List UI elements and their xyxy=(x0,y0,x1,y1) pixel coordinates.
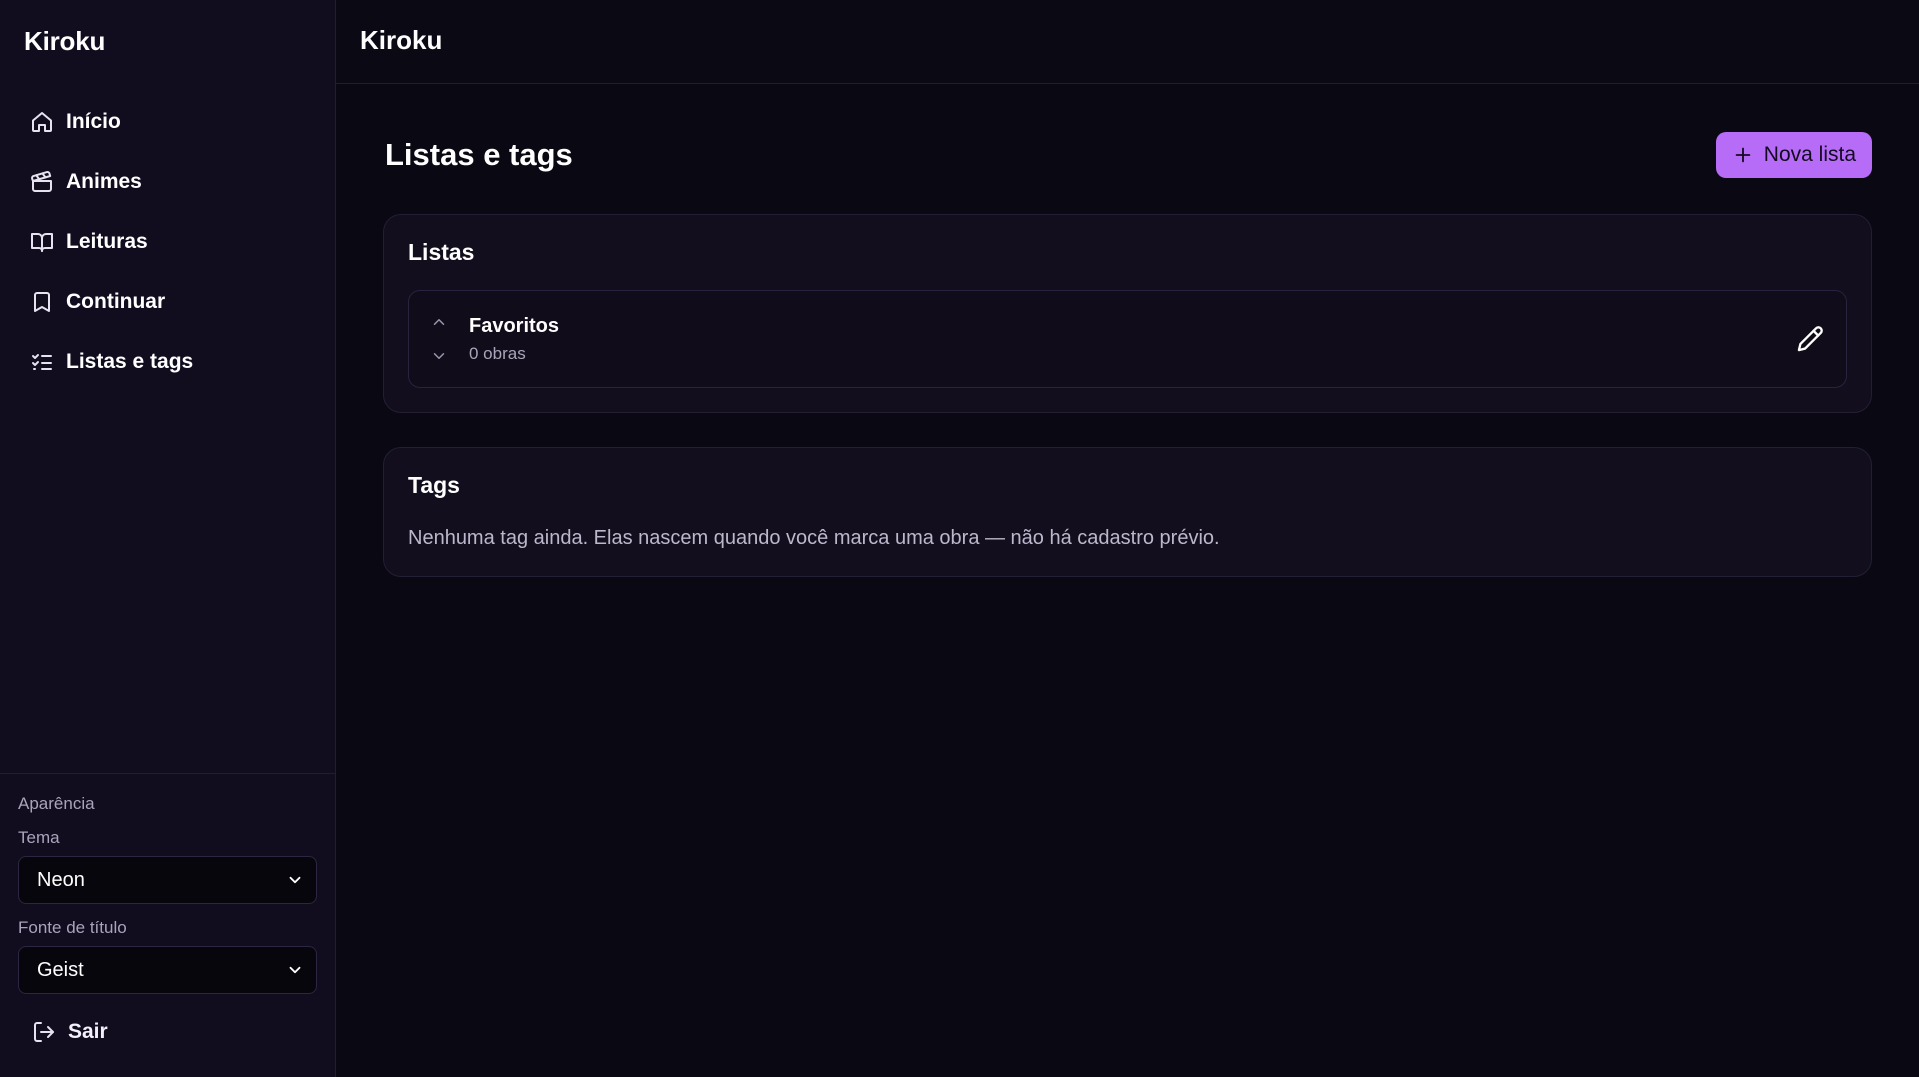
log-out-icon xyxy=(32,1020,56,1044)
chevron-down-icon[interactable] xyxy=(430,347,448,365)
new-list-button[interactable]: Nova lista xyxy=(1715,132,1872,178)
appearance-heading: Aparência xyxy=(18,794,95,813)
clapperboard-icon xyxy=(30,170,54,194)
sidebar-item-leituras[interactable]: Leituras xyxy=(14,218,321,266)
sidebar-brand: Kiroku xyxy=(24,26,106,56)
home-icon xyxy=(30,110,54,134)
chevron-up-icon[interactable] xyxy=(430,313,448,331)
sidebar-item-label: Início xyxy=(66,110,121,133)
sidebar: Kiroku Início Animes Leituras Continuar … xyxy=(0,0,336,1077)
page-title: Listas e tags xyxy=(385,137,573,172)
tags-card: Tags Nenhuma tag ainda. Elas nascem quan… xyxy=(383,447,1872,577)
pencil-icon[interactable] xyxy=(1796,325,1824,353)
sidebar-item-listas-e-tags[interactable]: Listas e tags xyxy=(14,338,321,386)
new-list-label: Nova lista xyxy=(1763,143,1856,166)
logout-label: Sair xyxy=(68,1020,108,1043)
list-item-count: 0 obras xyxy=(469,343,526,363)
list-item-name[interactable]: Favoritos xyxy=(469,315,1796,338)
chevron-down-icon xyxy=(286,961,304,979)
title-font-select-value: Geist xyxy=(37,958,84,981)
topbar: Kiroku xyxy=(336,0,1919,84)
reorder-controls xyxy=(427,313,451,365)
appearance-panel: Aparência Tema Neon Fonte de título Geis… xyxy=(0,773,335,1077)
page-content: Listas e tags Nova lista Listas Favorito… xyxy=(336,84,1919,611)
topbar-title: Kiroku xyxy=(360,25,443,55)
sidebar-nav: Início Animes Leituras Continuar Listas … xyxy=(0,84,335,386)
bookmark-icon xyxy=(30,290,54,314)
sidebar-item-label: Animes xyxy=(66,170,142,193)
sidebar-item-label: Continuar xyxy=(66,290,166,313)
logout-button[interactable]: Sair xyxy=(18,1012,317,1052)
tags-empty-message: Nenhuma tag ainda. Elas nascem quando vo… xyxy=(408,527,1220,549)
list-checks-icon xyxy=(30,350,54,374)
title-font-select[interactable]: Geist xyxy=(18,946,317,994)
sidebar-item-inicio[interactable]: Início xyxy=(14,98,321,146)
sidebar-item-label: Listas e tags xyxy=(66,350,194,373)
page-header: Listas e tags Nova lista xyxy=(383,132,1872,178)
chevron-down-icon xyxy=(286,871,304,889)
theme-select[interactable]: Neon xyxy=(18,856,317,904)
main-area: Kiroku Listas e tags Nova lista Listas F… xyxy=(336,0,1919,1077)
book-open-icon xyxy=(30,230,54,254)
sidebar-item-continuar[interactable]: Continuar xyxy=(14,278,321,326)
theme-select-value: Neon xyxy=(37,868,85,891)
app-root: Kiroku Início Animes Leituras Continuar … xyxy=(0,0,1919,1077)
list-item-text: Favoritos 0 obras xyxy=(469,315,1796,364)
lists-card-title: Listas xyxy=(408,239,475,265)
theme-label: Tema xyxy=(18,828,60,847)
sidebar-item-label: Leituras xyxy=(66,230,148,253)
list-item: Favoritos 0 obras xyxy=(408,290,1847,388)
title-font-label: Fonte de título xyxy=(18,918,127,937)
sidebar-item-animes[interactable]: Animes xyxy=(14,158,321,206)
lists-card: Listas Favoritos 0 obras xyxy=(383,214,1872,413)
tags-card-title: Tags xyxy=(408,472,460,498)
plus-icon xyxy=(1732,144,1754,166)
